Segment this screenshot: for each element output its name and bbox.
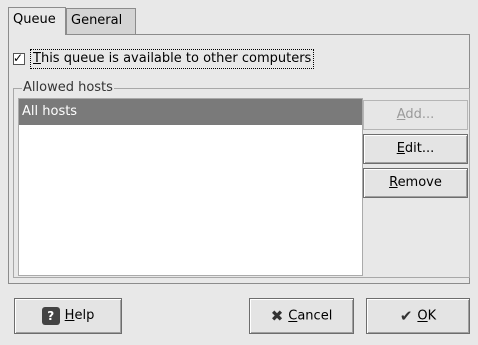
cancel-mnemonic: C [288,308,298,324]
remove-label: emove [397,175,442,190]
remove-mnemonic: R [389,175,398,190]
list-item[interactable]: All hosts [19,99,362,125]
ok-button[interactable]: ✔ OK [366,298,470,334]
checkmark-icon: ✓ [13,51,24,65]
ok-mnemonic: O [417,308,428,324]
share-queue-checkbox[interactable]: ✓ [13,51,25,65]
edit-mnemonic: E [396,141,405,156]
help-button[interactable]: ? Help [14,298,122,334]
cancel-button[interactable]: ✖ Cancel [249,298,354,334]
remove-button[interactable]: Remove [363,168,468,198]
cancel-label: ancel [297,308,333,324]
tab-queue[interactable]: Queue [8,7,66,35]
help-icon: ? [41,306,60,325]
edit-label: dit... [404,141,435,156]
cancel-x-icon: ✖ [270,307,284,325]
tab-general-label: General [71,13,123,28]
allowed-hosts-list[interactable]: All hosts [18,98,363,276]
add-label: dd... [405,107,435,122]
allowed-hosts-frame-label: Allowed hosts [22,80,114,96]
share-queue-checkbox-label[interactable]: This queue is available to other compute… [30,49,315,69]
tab-general[interactable]: General [66,8,136,34]
share-queue-label-text: his queue is available to other computer… [40,51,312,66]
help-label: elp [74,308,95,323]
edit-button[interactable]: Edit... [363,134,468,164]
mnemonic-t: T [33,51,41,66]
share-queue-checkbox-row[interactable]: ✓ This queue is available to other compu… [13,48,315,70]
ok-label: K [427,308,437,324]
list-item-label: All hosts [22,104,78,119]
add-button[interactable]: Add... [363,100,468,130]
help-mnemonic: H [64,308,75,323]
ok-check-icon: ✔ [399,307,413,325]
tab-queue-label: Queue [13,12,56,27]
